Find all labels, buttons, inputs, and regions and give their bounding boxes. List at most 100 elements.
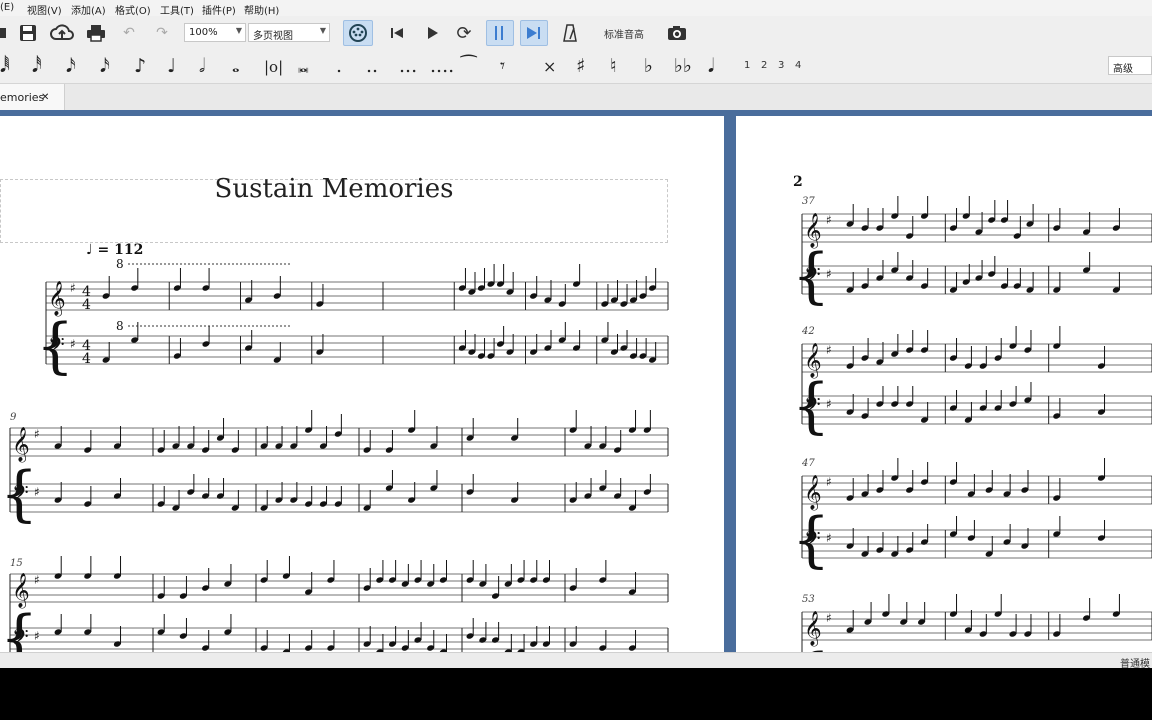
printer-icon	[87, 25, 105, 42]
ottava-marking: 8	[116, 257, 124, 271]
note-longa-icon[interactable]: 𝅜	[298, 55, 309, 77]
time-signature: 4	[82, 351, 91, 367]
key-signature: ♯	[34, 427, 40, 441]
voice-3-button[interactable]: 3	[778, 60, 784, 71]
tie-icon[interactable]: ⁀	[461, 55, 476, 77]
key-signature: ♯	[34, 629, 40, 643]
play-icon	[428, 27, 438, 39]
midi-input-button[interactable]	[343, 20, 373, 46]
note-whole-icon[interactable]: 𝅝	[232, 55, 240, 77]
treble-clef: 𝄞	[48, 281, 66, 317]
note-16th-alt-icon[interactable]: 𝅘𝅥𝅯	[100, 55, 110, 77]
note-32nd-icon[interactable]: 𝅘𝅥𝅰	[32, 55, 42, 77]
menu-view[interactable]: 视图(V)	[27, 2, 62, 17]
undo-icon: ↶	[123, 25, 135, 41]
note-breve-icon[interactable]: |o|	[264, 58, 283, 76]
view-mode-value: 多页视图	[253, 31, 293, 42]
rest-icon[interactable]: 𝄾	[500, 55, 505, 77]
menu-plugins[interactable]: 插件(P)	[202, 2, 236, 17]
flat-icon[interactable]: ♭	[644, 55, 653, 77]
voice-4-button[interactable]: 4	[795, 60, 801, 71]
metronome-button[interactable]	[558, 20, 582, 46]
treble-clef: 𝄞	[804, 611, 822, 647]
loop-button[interactable]: ⟳	[452, 20, 476, 46]
key-signature: ♯	[826, 475, 832, 489]
note-64th-icon[interactable]: 𝅘𝅥𝅱	[0, 55, 10, 77]
workspace-select[interactable]: 高级	[1108, 56, 1152, 75]
menu-format[interactable]: 格式(O)	[115, 2, 151, 17]
sharp-icon[interactable]: ♯	[576, 55, 585, 77]
play-button[interactable]	[420, 20, 444, 46]
bass-clef: 𝄢	[804, 393, 821, 423]
page-2-notation: {𝄞𝄢♯♯{𝄞𝄢♯♯{𝄞𝄢♯♯{𝄞𝄢♯♯	[792, 196, 1152, 652]
ottava-marking: 8	[116, 319, 124, 333]
page-1-notation: {𝄞𝄢♯♯444488{𝄞𝄢♯♯{𝄞𝄢♯♯	[0, 257, 669, 652]
musescore-window: (E) 视图(V) 添加(A) 格式(O) 工具(T) 插件(P) 帮助(H) …	[0, 0, 1152, 668]
menu-tools[interactable]: 工具(T)	[160, 2, 194, 17]
natural-icon[interactable]: ♮	[610, 55, 617, 77]
bass-clef: 𝄢	[12, 481, 29, 511]
close-icon[interactable]: ✕	[41, 92, 49, 103]
pan-score-toggle[interactable]	[520, 20, 548, 46]
open-icon[interactable]	[0, 20, 8, 46]
double-flat-icon[interactable]: ♭♭	[674, 55, 692, 77]
metronome-toggle[interactable]	[486, 20, 514, 46]
save-button[interactable]	[17, 20, 39, 46]
bass-clef: 𝄢	[804, 263, 821, 293]
key-signature: ♯	[826, 531, 832, 545]
flip-direction-icon[interactable]: 𝅘𝅥	[708, 55, 714, 77]
time-signature: 4	[82, 297, 91, 313]
score-page-1: Sustain Memories ♩ = 112 9 15 {𝄞 𝄢 ♯ ♯ 4 4 4 4 8…	[0, 116, 724, 652]
note-eighth-icon[interactable]: ♪	[134, 55, 146, 77]
key-signature: ♯	[826, 611, 832, 625]
key-signature: ♯	[826, 397, 832, 411]
augmentation-dot-button[interactable]: .	[336, 55, 342, 77]
workspace-value: 高级	[1113, 64, 1133, 75]
quadruple-dot-button[interactable]: ....	[430, 55, 454, 77]
view-mode-select[interactable]: 多页视图 ▼	[248, 23, 330, 42]
concert-pitch-label: 标准音高	[604, 29, 644, 41]
score-tab-label: emories	[0, 91, 45, 104]
note-16th-icon[interactable]: 𝅘𝅥𝅯	[66, 55, 76, 77]
voice-2-button[interactable]: 2	[761, 60, 767, 71]
upload-button[interactable]	[49, 20, 75, 46]
concert-pitch-button[interactable]: 标准音高	[596, 20, 652, 46]
score-canvas[interactable]: Sustain Memories ♩ = 112 9 15 {𝄞 𝄢 ♯ ♯ 4 4 4 4 8…	[0, 110, 1152, 652]
rewind-button[interactable]	[385, 20, 409, 46]
main-toolbar: ↶ ↷ 100% ▼ 多页视图 ▼ ⟳ 标准音高	[0, 16, 1152, 50]
key-signature: ♯	[34, 485, 40, 499]
key-signature: ♯	[70, 281, 76, 295]
double-sharp-icon[interactable]: ×	[543, 57, 556, 76]
zoom-select[interactable]: 100% ▼	[184, 23, 246, 42]
image-capture-button[interactable]	[664, 20, 690, 46]
triple-dot-button[interactable]: ...	[399, 55, 417, 77]
note-quarter-icon[interactable]: ♩	[167, 55, 176, 77]
repeat-play-icon	[495, 26, 503, 40]
key-signature: ♯	[826, 267, 832, 281]
menu-help[interactable]: 帮助(H)	[244, 2, 279, 17]
voice-1-button[interactable]: 1	[744, 60, 750, 71]
loop-icon: ⟳	[456, 22, 472, 44]
status-bar: 普通模	[0, 652, 1152, 668]
menu-bar: (E) 视图(V) 添加(A) 格式(O) 工具(T) 插件(P) 帮助(H)	[0, 0, 1152, 17]
redo-button[interactable]: ↷	[150, 20, 174, 46]
treble-clef: 𝄞	[804, 213, 822, 249]
note-half-icon[interactable]: 𝅗𝅥	[199, 55, 205, 77]
status-mode: 普通模	[1120, 659, 1150, 668]
chevron-down-icon: ▼	[235, 26, 242, 35]
menu-add[interactable]: 添加(A)	[71, 2, 106, 17]
bass-clef: 𝄢	[48, 333, 65, 363]
redo-icon: ↷	[156, 25, 168, 41]
double-dot-button[interactable]: ..	[366, 55, 378, 77]
print-button[interactable]	[84, 20, 108, 46]
save-icon	[20, 25, 36, 41]
undo-button[interactable]: ↶	[117, 20, 141, 46]
key-signature: ♯	[826, 213, 832, 227]
camera-icon	[668, 26, 686, 40]
bass-clef: 𝄢	[12, 625, 29, 652]
note-input-toolbar: 𝅘𝅥𝅱 𝅘𝅥𝅰 𝅘𝅥𝅯 𝅘𝅥𝅯 ♪ ♩ 𝅗𝅥 𝅝 |o| 𝅜 . .. ... …	[0, 50, 1152, 84]
zoom-value: 100%	[189, 27, 218, 38]
menu-edit[interactable]: (E)	[0, 2, 14, 13]
cloud-upload-icon	[50, 24, 74, 40]
score-tab[interactable]: emories ✕	[0, 84, 65, 110]
